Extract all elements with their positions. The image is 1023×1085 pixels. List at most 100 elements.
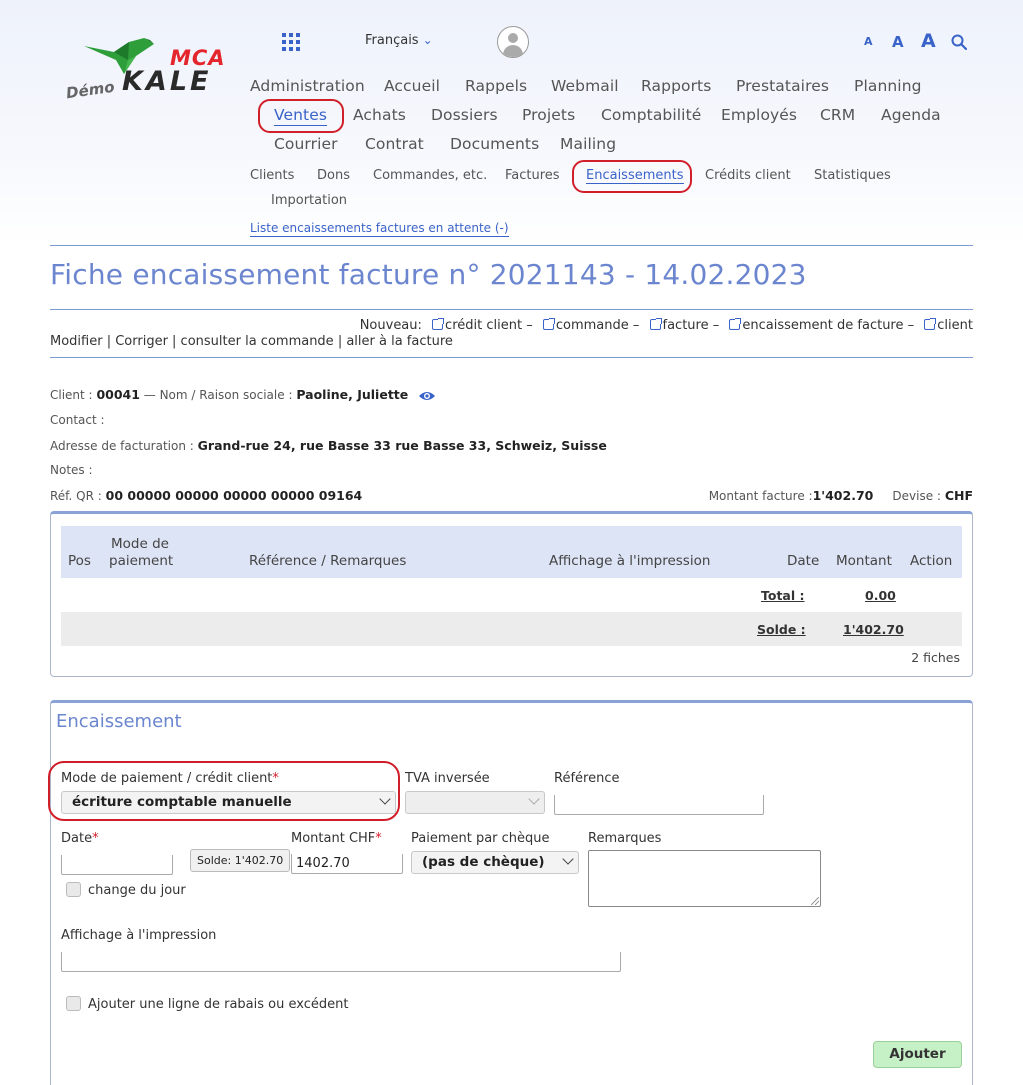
external-link-icon [542, 318, 555, 330]
nav-rappels[interactable]: Rappels [465, 77, 527, 95]
date-label: Date* [61, 831, 99, 846]
encaissement-form: Encaissement Mode de paiement / crédit c… [48, 700, 973, 1085]
remarks-label: Remarques [588, 831, 662, 846]
solde-value: 1'402.70 [843, 622, 904, 637]
encaissements-highlight-circle [572, 160, 692, 193]
nav-administration[interactable]: Administration [250, 77, 365, 95]
col-mode-line2: paiement [109, 553, 174, 569]
nav-comptabilite[interactable]: Comptabilité [601, 106, 701, 124]
amount-input[interactable]: 1402.70 [291, 854, 403, 874]
qr-line: Réf. QR : 00 00000 00000 00000 00000 091… [50, 488, 362, 503]
pending-payments-link[interactable]: Liste encaissements factures en attente … [250, 221, 509, 237]
col-action: Action [910, 553, 953, 569]
nav-planning[interactable]: Planning [854, 77, 922, 95]
chevron-down-icon: ⌄ [422, 33, 433, 47]
search-icon[interactable] [951, 34, 967, 50]
resize-grip-icon[interactable] [811, 897, 819, 905]
client-name: Paoline, Juliette [296, 387, 409, 402]
col-reference: Référence / Remarques [249, 553, 407, 569]
discount-checkbox[interactable] [66, 996, 81, 1011]
nav-projets[interactable]: Projets [522, 106, 575, 124]
notes-label: Notes : [50, 463, 93, 477]
change-du-jour-checkbox[interactable] [66, 882, 81, 897]
subnav-statistiques[interactable]: Statistiques [814, 168, 891, 183]
nav-crm[interactable]: CRM [820, 106, 855, 124]
nav-courrier[interactable]: Courrier [274, 135, 338, 153]
subnav-dons[interactable]: Dons [317, 168, 350, 183]
subnav-clients[interactable]: Clients [250, 168, 294, 183]
nav-documents[interactable]: Documents [450, 135, 539, 153]
invoice-amount-line: Montant facture :1'402.70 Devise : CHF [709, 488, 973, 503]
font-size-large-button[interactable]: A [921, 30, 936, 52]
payments-table-panel: Pos Mode de paiement Référence / Remarqu… [50, 511, 973, 677]
nav-rapports[interactable]: Rapports [641, 77, 711, 95]
remarks-textarea[interactable] [588, 850, 821, 907]
cheque-value: (pas de chèque) [422, 854, 545, 870]
date-input[interactable] [61, 855, 173, 875]
nav-achats[interactable]: Achats [353, 106, 406, 124]
total-row: Total : 0.00 [61, 578, 962, 612]
record-actions[interactable]: Modifier | Corriger | consulter la comma… [50, 334, 453, 349]
eye-icon[interactable] [418, 390, 436, 402]
language-select[interactable]: Français ⌄ [365, 33, 433, 48]
solde-label: Solde : [757, 622, 806, 637]
cheque-select[interactable]: (pas de chèque) [411, 851, 579, 874]
separator: – [907, 318, 915, 333]
col-date: Date [787, 553, 820, 569]
nav-accueil[interactable]: Accueil [384, 77, 440, 95]
fill-solde-button[interactable]: Solde: 1'402.70 [190, 849, 291, 872]
user-avatar[interactable] [497, 26, 529, 58]
change-du-jour-label: change du jour [88, 883, 186, 898]
external-link-icon [649, 318, 662, 330]
page-title: Fiche encaissement facture n° 2021143 - … [50, 258, 807, 291]
nav-agenda[interactable]: Agenda [881, 106, 941, 124]
address-label: Adresse de facturation : [50, 439, 194, 453]
new-commande-link[interactable]: commande [556, 318, 629, 333]
add-button[interactable]: Ajouter [873, 1041, 962, 1068]
separator: – [632, 318, 640, 333]
col-mode-line1: Mode de [111, 536, 169, 552]
billing-address: Grand-rue 24, rue Basse 33 rue Basse 33,… [197, 438, 607, 453]
divider [50, 309, 973, 310]
nav-dossiers[interactable]: Dossiers [431, 106, 498, 124]
external-link-icon [924, 318, 937, 330]
logo[interactable]: MCA KALE Démo [62, 30, 237, 105]
nav-prestataires[interactable]: Prestataires [736, 77, 829, 95]
apps-grid-icon[interactable] [282, 33, 300, 51]
print-label: Affichage à l'impression [61, 928, 217, 943]
client-label: Client : [50, 388, 93, 402]
address-line: Adresse de facturation : Grand-rue 24, r… [50, 438, 607, 453]
nouveau-label: Nouveau: [359, 318, 422, 333]
new-facture-link[interactable]: facture [663, 318, 709, 333]
nav-webmail[interactable]: Webmail [551, 77, 619, 95]
nav-contrat[interactable]: Contrat [365, 135, 424, 153]
print-input[interactable] [61, 952, 621, 972]
chevron-down-icon [562, 853, 574, 865]
font-size-small-button[interactable]: A [864, 35, 873, 48]
col-print: Affichage à l'impression [549, 553, 711, 569]
client-info-line: Client : 00041 — Nom / Raison sociale : … [50, 387, 436, 402]
new-credit-client-link[interactable]: crédit client [445, 318, 522, 333]
divider [50, 245, 973, 246]
discount-label: Ajouter une ligne de rabais ou excédent [88, 997, 349, 1012]
table-header: Pos Mode de paiement Référence / Remarqu… [61, 526, 962, 578]
cheque-label: Paiement par chèque [411, 831, 550, 846]
logo-demo-text: Démo [64, 77, 116, 103]
font-size-medium-button[interactable]: A [892, 33, 904, 51]
form-title: Encaissement [56, 711, 182, 732]
external-link-icon [432, 318, 445, 330]
ventes-highlight-circle [258, 99, 344, 133]
nav-mailing[interactable]: Mailing [560, 135, 616, 153]
subnav-commandes[interactable]: Commandes, etc. [373, 168, 487, 183]
tva-select[interactable] [405, 791, 545, 814]
invoice-amount-label: Montant facture : [708, 489, 813, 503]
new-client-link[interactable]: client [937, 318, 973, 333]
separator: – [526, 318, 533, 333]
new-encaissement-link[interactable]: encaissement de facture [742, 318, 903, 333]
subnav-importation[interactable]: Importation [271, 193, 347, 208]
subnav-credits-client[interactable]: Crédits client [705, 168, 791, 183]
subnav-factures[interactable]: Factures [505, 168, 560, 183]
reference-input[interactable] [554, 795, 764, 815]
col-amount: Montant [836, 553, 892, 569]
nav-employes[interactable]: Employés [721, 106, 797, 124]
